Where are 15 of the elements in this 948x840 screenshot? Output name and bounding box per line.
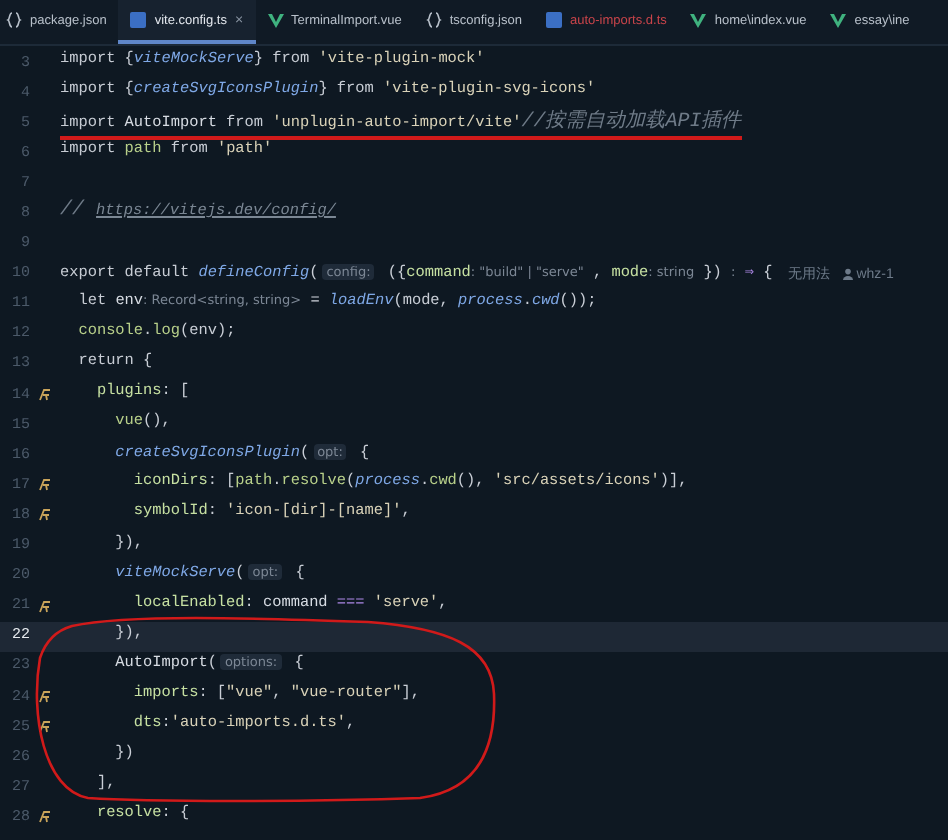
braces-icon	[425, 12, 442, 28]
file-icon	[545, 12, 562, 28]
gutter-marker-icon[interactable]	[38, 720, 52, 735]
gutter-marker-icon[interactable]	[38, 599, 52, 614]
gutter-marker-icon[interactable]	[38, 388, 52, 403]
gutter-marker-icon[interactable]	[38, 478, 52, 493]
gutter-marker-icon[interactable]	[38, 810, 52, 825]
v-icon	[690, 13, 707, 27]
v-icon	[267, 13, 284, 27]
gutter-marker-icon[interactable]	[38, 690, 52, 705]
file-icon	[130, 12, 147, 28]
person-icon	[842, 268, 855, 281]
braces-icon	[6, 12, 22, 28]
gutter-marker-icon[interactable]	[38, 508, 52, 523]
v-icon	[830, 13, 847, 27]
